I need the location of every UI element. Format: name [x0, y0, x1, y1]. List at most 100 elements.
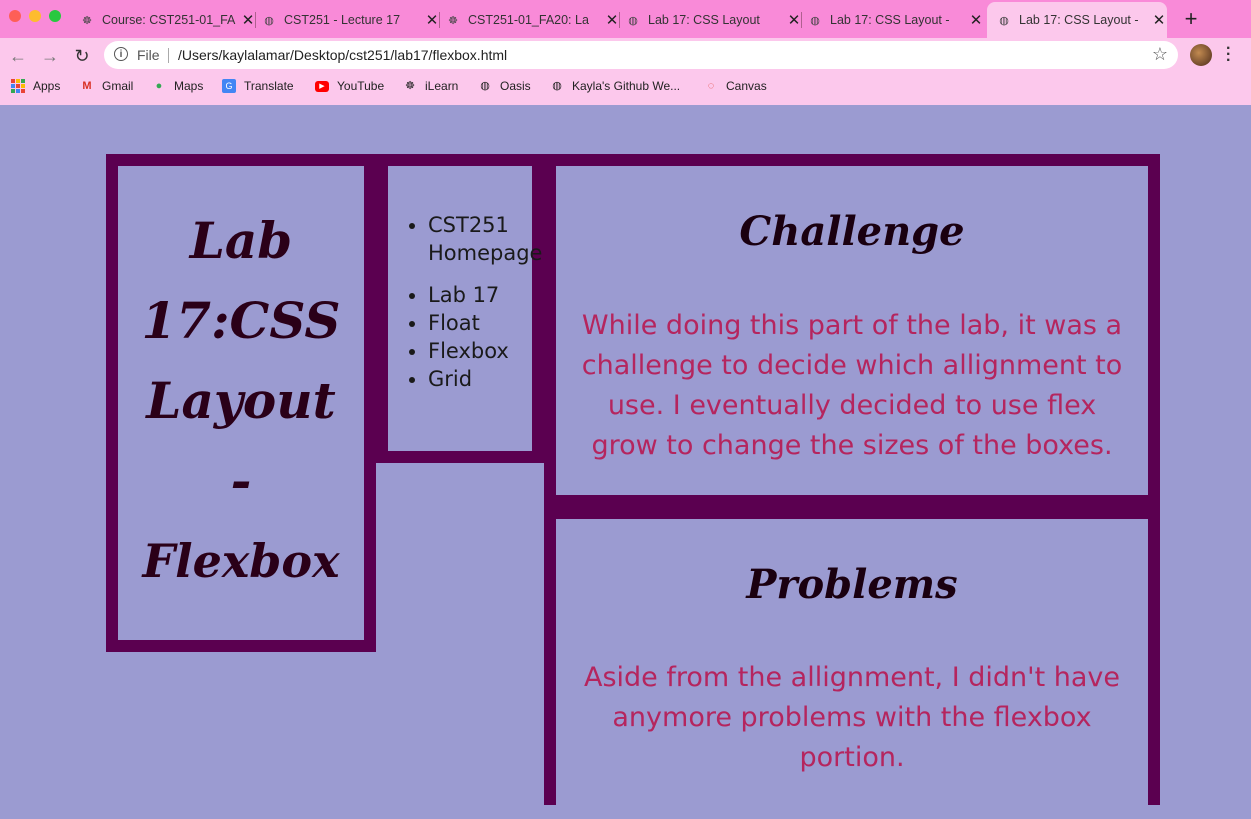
globe-icon: ◍ — [628, 14, 638, 27]
tab-separator — [255, 12, 256, 28]
tab-3[interactable]: ☸ CST251-01_FA20: La ✕ — [446, 4, 620, 36]
bookmark-apps[interactable]: Apps — [11, 79, 60, 93]
maps-pin-icon: ● — [155, 80, 163, 92]
minimize-window-button[interactable] — [29, 10, 41, 22]
nav-box: CST251 Homepage Lab 17 Float Flexbox Grid — [376, 154, 544, 463]
page-content: Lab 17:CSS Layout - Flexbox CST251 Homepa… — [0, 105, 1251, 819]
bookmark-label: Kayla's Github We... — [572, 79, 681, 93]
ilearn-icon: ☸ — [82, 14, 92, 27]
tab-close-icon[interactable]: ✕ — [968, 11, 984, 29]
challenge-line: challenge to decide which allignment to — [581, 350, 1123, 381]
zoom-window-button[interactable] — [49, 10, 61, 22]
bookmark-label: Maps — [174, 79, 204, 93]
nav-link-lab17[interactable]: Lab 17 — [428, 281, 542, 309]
title-line: Lab — [189, 211, 293, 270]
bookmark-star-icon[interactable]: ☆ — [1152, 44, 1168, 65]
tab-close-icon[interactable]: ✕ — [240, 11, 256, 29]
title-line: - — [230, 451, 252, 510]
address-divider — [168, 48, 169, 63]
profile-avatar[interactable] — [1190, 44, 1212, 66]
bookmark-label: Oasis — [500, 79, 531, 93]
bookmark-maps[interactable]: ● Maps — [152, 79, 204, 93]
bookmark-ilearn[interactable]: ☸ iLearn — [403, 79, 458, 93]
bookmark-gmail[interactable]: M Gmail — [80, 79, 133, 93]
title-box-inner: Lab 17:CSS Layout - Flexbox — [118, 166, 364, 640]
tab-6-active[interactable]: ◍ Lab 17: CSS Layout - ✕ — [987, 2, 1167, 38]
tab-label: Course: CST251-01_FA20: L — [102, 13, 236, 27]
content-column: Challenge While doing this part of the l… — [544, 154, 1160, 819]
gmail-icon: M — [82, 80, 92, 92]
tab-close-icon[interactable]: ✕ — [424, 11, 440, 29]
tab-separator — [801, 12, 802, 28]
tab-label: CST251-01_FA20: La — [468, 13, 589, 27]
nav-link-label: CST251 — [428, 213, 509, 237]
url-text[interactable]: /Users/kaylalamar/Desktop/cst251/lab17/f… — [178, 47, 507, 63]
tab-separator — [619, 12, 620, 28]
challenge-heading: Challenge — [739, 208, 965, 255]
tab-label: CST251 - Lecture 17 — [284, 13, 401, 27]
new-tab-button[interactable]: + — [1180, 6, 1202, 32]
page-title: Lab 17:CSS Layout - Flexbox — [118, 201, 364, 601]
tab-close-icon[interactable]: ✕ — [786, 11, 802, 29]
problems-section: Problems Aside from the allignment, I di… — [556, 519, 1148, 819]
tab-1[interactable]: ☸ Course: CST251-01_FA20: L ✕ — [80, 4, 256, 36]
close-window-button[interactable] — [9, 10, 21, 22]
bookmark-label: iLearn — [425, 79, 459, 93]
bookmark-label: YouTube — [337, 79, 385, 93]
bookmark-translate[interactable]: G Translate — [222, 79, 294, 93]
youtube-icon: ▶ — [315, 80, 329, 92]
ilearn-icon: ☸ — [448, 14, 458, 27]
nav-link-grid[interactable]: Grid — [428, 365, 542, 393]
tab-label: Lab 17: CSS Layout - — [830, 13, 950, 27]
tab-5[interactable]: ◍ Lab 17: CSS Layout - ✕ — [808, 4, 984, 36]
address-bar[interactable]: i File /Users/kaylalamar/Desktop/cst251/… — [104, 41, 1178, 69]
challenge-section: Challenge While doing this part of the l… — [556, 166, 1148, 495]
apps-grid-icon — [11, 79, 25, 93]
tab-close-icon[interactable]: ✕ — [604, 11, 620, 29]
problems-heading: Problems — [746, 561, 958, 608]
tab-close-icon[interactable]: ✕ — [1151, 11, 1167, 29]
browser-chrome: ☸ Course: CST251-01_FA20: L ✕ ◍ CST251 -… — [0, 0, 1251, 105]
problems-line: Aside from the allignment, I didn't have — [583, 662, 1121, 693]
globe-icon: ◍ — [480, 80, 490, 92]
globe-icon: ◍ — [264, 14, 274, 27]
toolbar: ← → ↻ i File /Users/kaylalamar/Desktop/c… — [0, 38, 1251, 74]
nav-link-float[interactable]: Float — [428, 309, 542, 337]
tab-label: Lab 17: CSS Layout — [648, 13, 760, 27]
bookmark-github[interactable]: ◍ Kayla's Github We... — [550, 79, 680, 93]
title-line: Flexbox — [142, 534, 340, 588]
menu-icon[interactable]: · · · — [1226, 41, 1231, 69]
title-line: 17:CSS — [141, 291, 341, 350]
title-box: Lab 17:CSS Layout - Flexbox — [106, 154, 376, 652]
tab-4[interactable]: ◍ Lab 17: CSS Layout ✕ — [626, 4, 802, 36]
title-line: Layout — [146, 371, 336, 430]
challenge-line: grow to change the sizes of the boxes. — [591, 430, 1113, 461]
tab-2[interactable]: ◍ CST251 - Lecture 17 ✕ — [262, 4, 440, 36]
nav-list: CST251 Homepage Lab 17 Float Flexbox Grid — [408, 211, 542, 393]
bookmark-label: Apps — [33, 79, 61, 93]
bookmark-label: Gmail — [102, 79, 134, 93]
globe-icon: ◍ — [552, 80, 562, 92]
nav-link-flexbox[interactable]: Flexbox — [428, 337, 542, 365]
challenge-line: While doing this part of the lab, it was… — [581, 310, 1123, 341]
challenge-line: use. I eventually decided to use flex — [607, 390, 1097, 421]
problems-line: portion. — [799, 742, 905, 773]
forward-icon[interactable]: → — [39, 45, 61, 67]
canvas-icon: ◌ — [707, 80, 715, 92]
back-icon[interactable]: ← — [7, 45, 29, 67]
translate-icon: G — [222, 79, 236, 93]
bookmark-canvas[interactable]: ◌ Canvas — [704, 79, 767, 93]
tab-label: Lab 17: CSS Layout - — [1019, 13, 1139, 27]
bookmark-youtube[interactable]: ▶ YouTube — [315, 79, 384, 93]
scheme-label: File — [137, 47, 160, 63]
bookmarks-bar: Apps M Gmail ● Maps G Translate ▶ YouTub… — [0, 74, 1251, 100]
nav-box-inner: CST251 Homepage Lab 17 Float Flexbox Grid — [388, 166, 542, 451]
ilearn-icon: ☸ — [405, 80, 415, 92]
globe-icon: ◍ — [999, 14, 1009, 27]
tab-strip: ☸ Course: CST251-01_FA20: L ✕ ◍ CST251 -… — [0, 0, 1251, 38]
nav-link-cst251[interactable]: CST251 Homepage — [428, 211, 542, 267]
bookmark-label: Translate — [244, 79, 294, 93]
info-icon[interactable]: i — [114, 47, 128, 61]
bookmark-oasis[interactable]: ◍ Oasis — [478, 79, 531, 93]
reload-icon[interactable]: ↻ — [71, 45, 93, 67]
